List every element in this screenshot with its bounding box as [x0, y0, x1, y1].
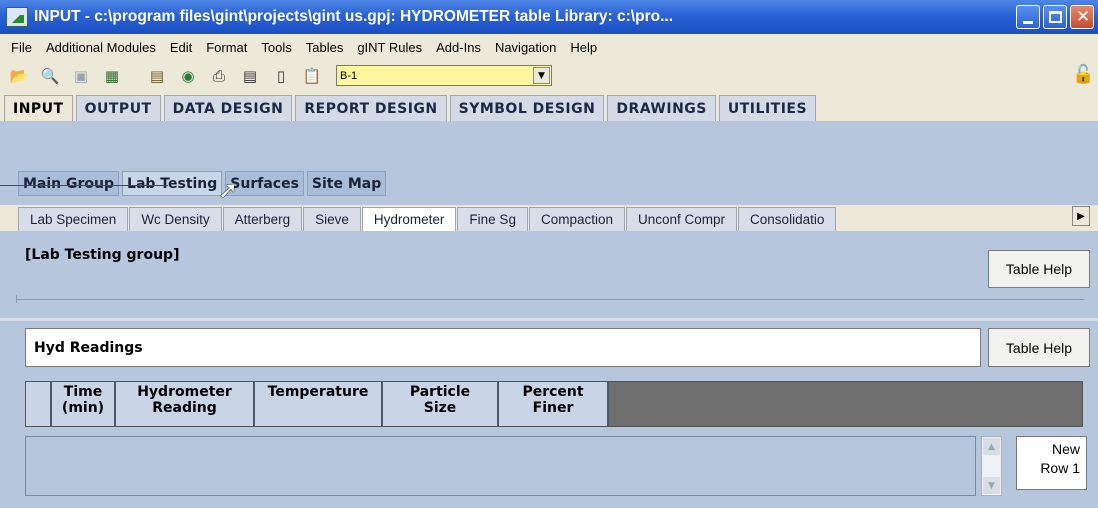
menu-add-ins[interactable]: Add-Ins	[429, 40, 488, 55]
print-preview-icon[interactable]: 🔍	[39, 66, 61, 86]
column-header-percent-line1: Percent	[522, 384, 584, 400]
menu-tools[interactable]: Tools	[254, 40, 298, 55]
column-header-hydrometer-line1: Hydrometer	[137, 384, 232, 400]
close-button[interactable]: ✕	[1070, 5, 1094, 29]
menu-gint-rules[interactable]: gINT Rules	[350, 40, 429, 55]
printer-icon[interactable]: ⎙	[208, 66, 230, 86]
new-page-icon[interactable]: ▯	[270, 66, 292, 86]
column-header-temperature-line1: Temperature	[267, 384, 369, 400]
table-tab-wc-density[interactable]: Wc Density	[129, 207, 222, 231]
table-tab-consolidation[interactable]: Consolidatio	[738, 207, 837, 231]
table-tab-fine-sg[interactable]: Fine Sg	[457, 207, 528, 231]
table-tab-hydrometer[interactable]: Hydrometer	[361, 207, 457, 231]
maximize-button[interactable]	[1043, 5, 1067, 29]
table-tab-atterberg[interactable]: Atterberg	[222, 207, 303, 231]
eye-icon[interactable]: ◉	[177, 66, 199, 86]
group-tab-lab-testing[interactable]: Lab Testing	[122, 171, 223, 196]
close-icon: ✕	[1076, 7, 1091, 27]
menu-help[interactable]: Help	[563, 40, 604, 55]
callout-line	[0, 185, 168, 186]
table-tab-compaction[interactable]: Compaction	[528, 207, 625, 231]
vertical-scrollbar[interactable]: ▲ ▼	[981, 436, 1002, 496]
column-header-hydrometer-line2: Reading	[152, 400, 217, 416]
table-icon[interactable]: ▦	[101, 66, 123, 86]
toolbar: 📂 🔍 ▣ ▦ ▤ ◉ ⎙ ▤ ▯ 📋 B-1 ▼ 🔓	[0, 60, 1098, 91]
column-header-particle-line1: Particle	[409, 384, 471, 400]
menu-edit[interactable]: Edit	[163, 40, 199, 55]
group-table-help-button[interactable]: Table Help	[988, 250, 1090, 288]
group-tabs: Main Group Lab Testing Surfaces Site Map	[18, 169, 389, 196]
column-header-particle-line2: Size	[423, 400, 457, 416]
tab-utilities[interactable]: UTILITIES	[718, 95, 817, 121]
menu-bar: File Additional Modules Edit Format Tool…	[0, 34, 1098, 60]
minimize-button[interactable]	[1016, 5, 1040, 29]
tab-input[interactable]: INPUT	[4, 95, 73, 121]
row-selector-header	[26, 382, 52, 426]
group-tab-site-map[interactable]: Site Map	[306, 171, 387, 196]
group-panel-label: [Lab Testing group]	[25, 247, 180, 263]
tab-output[interactable]: OUTPUT	[75, 95, 161, 121]
boring-select-value: B-1	[340, 69, 358, 82]
menu-format[interactable]: Format	[199, 40, 254, 55]
mouse-cursor-icon: ➚	[218, 176, 239, 204]
column-header-hydrometer-reading[interactable]: Hydrometer Reading	[116, 382, 255, 426]
new-row-line2: Row 1	[1040, 460, 1080, 476]
menu-file[interactable]: File	[4, 40, 39, 55]
menu-additional-modules[interactable]: Additional Modules	[39, 40, 163, 55]
hyd-table-help-button[interactable]: Table Help	[988, 328, 1090, 367]
tab-drawings[interactable]: DRAWINGS	[607, 95, 716, 121]
group-tab-main-group[interactable]: Main Group	[18, 171, 120, 196]
new-row-line1: New	[1051, 441, 1080, 457]
group-grid-line	[16, 299, 1084, 300]
column-header-particle-size[interactable]: Particle Size	[383, 382, 499, 426]
hyd-readings-label: Hyd Readings	[25, 328, 981, 367]
scroll-up-icon[interactable]: ▲	[983, 438, 1000, 455]
chevron-down-icon[interactable]: ▼	[533, 67, 550, 84]
table-tab-lab-specimen[interactable]: Lab Specimen	[18, 207, 129, 231]
tab-report-design[interactable]: REPORT DESIGN	[295, 95, 447, 121]
save-icon[interactable]: ▣	[70, 66, 92, 86]
column-header-time-line2: (min)	[61, 400, 105, 416]
app-icon	[6, 7, 28, 27]
tab-scroll-right-icon[interactable]: ▶	[1072, 206, 1090, 226]
list-icon[interactable]: ▤	[239, 66, 261, 86]
menu-navigation[interactable]: Navigation	[488, 40, 563, 55]
hyd-table-body[interactable]	[25, 436, 976, 496]
clipboard-icon[interactable]: 📋	[301, 66, 323, 86]
notepad-icon[interactable]: ▤	[146, 66, 168, 86]
new-row-button[interactable]: New Row 1	[1016, 436, 1087, 490]
menu-tables[interactable]: Tables	[299, 40, 351, 55]
column-header-time[interactable]: Time (min)	[52, 382, 116, 426]
hyd-table-header: Time (min) Hydrometer Reading Temperatur…	[25, 381, 1083, 427]
padlock-icon: 🔓	[1072, 64, 1095, 85]
window-title: INPUT - c:\program files\gint\projects\g…	[34, 8, 673, 25]
tab-data-design[interactable]: DATA DESIGN	[163, 95, 293, 121]
tab-symbol-design[interactable]: SYMBOL DESIGN	[449, 95, 605, 121]
panel-divider[interactable]	[0, 318, 1098, 321]
open-folder-icon[interactable]: 📂	[8, 66, 30, 86]
column-header-temperature[interactable]: Temperature	[255, 382, 383, 426]
hyd-readings-title: Hyd Readings	[34, 339, 143, 356]
column-header-percent-finer[interactable]: Percent Finer	[499, 382, 609, 426]
column-header-time-line1: Time	[63, 384, 103, 400]
table-tabs: Lab Specimen Wc Density Atterberg Sieve …	[0, 205, 1098, 231]
title-bar: INPUT - c:\program files\gint\projects\g…	[0, 0, 1098, 34]
column-header-percent-line2: Finer	[532, 400, 574, 416]
table-tab-unconf-compr[interactable]: Unconf Compr	[626, 207, 738, 231]
main-tabs: INPUT OUTPUT DATA DESIGN REPORT DESIGN S…	[0, 91, 1098, 121]
table-tab-sieve[interactable]: Sieve	[303, 207, 361, 231]
scroll-down-icon[interactable]: ▼	[983, 477, 1000, 494]
boring-select[interactable]: B-1 ▼	[336, 65, 552, 86]
